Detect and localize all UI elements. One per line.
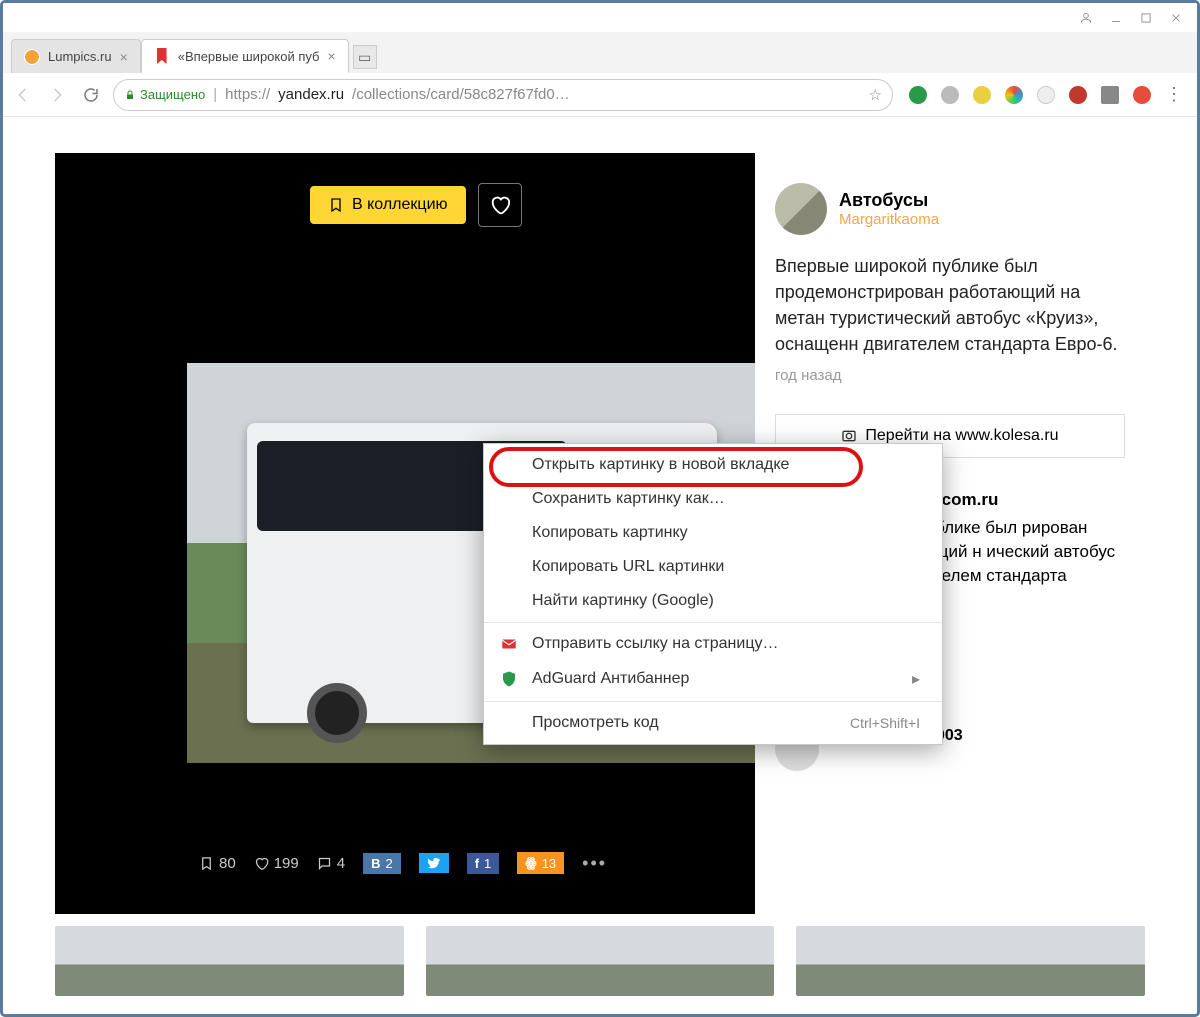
bookmarks-count[interactable]: 80 xyxy=(199,855,236,872)
collection-name: Автобусы xyxy=(839,190,939,211)
shortcut-label: Ctrl+Shift+I xyxy=(850,715,920,731)
reload-button[interactable] xyxy=(79,83,103,107)
share-facebook-button[interactable]: f1 xyxy=(467,853,500,874)
ctx-separator xyxy=(484,701,942,702)
ctx-save-image-as[interactable]: Сохранить картинку как… xyxy=(484,482,942,516)
image-actions: В коллекцию xyxy=(310,183,522,227)
favicon-icon xyxy=(154,48,170,64)
forward-button[interactable] xyxy=(45,83,69,107)
close-tab-icon[interactable]: × xyxy=(327,48,335,64)
ctx-separator xyxy=(484,622,942,623)
url-host: yandex.ru xyxy=(278,86,344,103)
ctx-copy-image[interactable]: Копировать картинку xyxy=(484,516,942,550)
share-ok-button[interactable]: ꙮ13 xyxy=(517,852,564,874)
ctx-send-link[interactable]: Отправить ссылку на страницу… xyxy=(484,627,942,661)
secure-badge: Защищено xyxy=(124,87,205,102)
thumbnail[interactable] xyxy=(55,926,404,996)
bookmark-star-icon[interactable]: ☆ xyxy=(869,86,882,104)
tab-title: «Впервые широкой пуб xyxy=(178,49,320,64)
extension-icon[interactable] xyxy=(1037,86,1055,104)
posted-ago: год назад xyxy=(775,367,1125,384)
window-titlebar xyxy=(3,3,1197,33)
shield-icon xyxy=(500,670,518,688)
user-menu-icon[interactable] xyxy=(1073,7,1099,29)
url-scheme: https:// xyxy=(225,86,270,103)
add-to-collection-button[interactable]: В коллекцию xyxy=(310,186,466,224)
ctx-search-image-google[interactable]: Найти картинку (Google) xyxy=(484,584,942,618)
thumbnail[interactable] xyxy=(796,926,1145,996)
submenu-arrow-icon: ▸ xyxy=(912,669,920,689)
extension-icon[interactable] xyxy=(1005,86,1023,104)
extension-row: ⋮ xyxy=(903,84,1189,105)
author-block[interactable]: Автобусы Margaritkaoma xyxy=(775,183,1125,235)
more-share-icon[interactable]: ••• xyxy=(582,853,607,874)
extension-icon[interactable] xyxy=(1133,86,1151,104)
like-button[interactable] xyxy=(478,183,522,227)
close-window-button[interactable] xyxy=(1163,7,1189,29)
share-twitter-button[interactable] xyxy=(419,853,449,873)
back-button[interactable] xyxy=(11,83,35,107)
browser-tab-lumpics[interactable]: Lumpics.ru × xyxy=(11,39,141,73)
likes-count[interactable]: 199 xyxy=(254,855,299,872)
extension-adguard-icon[interactable] xyxy=(909,86,927,104)
tab-title: Lumpics.ru xyxy=(48,49,112,64)
close-tab-icon[interactable]: × xyxy=(120,49,128,65)
comments-count[interactable]: 4 xyxy=(317,855,345,872)
url-path: /collections/card/58c827f67fd0… xyxy=(352,86,570,103)
favicon-icon xyxy=(24,49,40,65)
extension-icon[interactable] xyxy=(1069,86,1087,104)
ctx-inspect[interactable]: Просмотреть код Ctrl+Shift+I xyxy=(484,706,942,740)
share-vk-button[interactable]: В2 xyxy=(363,853,401,874)
extension-icon[interactable] xyxy=(941,86,959,104)
author-avatar xyxy=(775,183,827,235)
ctx-open-image-new-tab[interactable]: Открыть картинку в новой вкладке xyxy=(484,448,942,482)
extension-mail-icon[interactable] xyxy=(1101,86,1119,104)
tab-strip: Lumpics.ru × «Впервые широкой пуб × ▭ xyxy=(3,33,1197,73)
extension-icon[interactable] xyxy=(973,86,991,104)
browser-tab-active[interactable]: «Впервые широкой пуб × xyxy=(141,39,349,73)
thumbnail[interactable] xyxy=(426,926,775,996)
ctx-adguard[interactable]: AdGuard Антибаннер ▸ xyxy=(484,661,942,697)
omnibox[interactable]: Защищено | https://yandex.ru/collections… xyxy=(113,79,893,111)
chrome-menu-icon[interactable]: ⋮ xyxy=(1165,84,1183,105)
context-menu: Открыть картинку в новой вкладке Сохрани… xyxy=(483,443,943,745)
thumbnail-row xyxy=(55,914,1145,998)
minimize-button[interactable] xyxy=(1103,7,1129,29)
maximize-button[interactable] xyxy=(1133,7,1159,29)
author-username: Margaritkaoma xyxy=(839,211,939,228)
stats-bar: 80 199 4 В2 f1 ꙮ13 ••• xyxy=(199,852,607,874)
card-description: Впервые широкой публике был продемонстри… xyxy=(775,253,1125,357)
ctx-copy-image-url[interactable]: Копировать URL картинки xyxy=(484,550,942,584)
address-bar: Защищено | https://yandex.ru/collections… xyxy=(3,73,1197,117)
mail-icon xyxy=(500,635,518,653)
new-tab-button[interactable]: ▭ xyxy=(353,45,377,69)
